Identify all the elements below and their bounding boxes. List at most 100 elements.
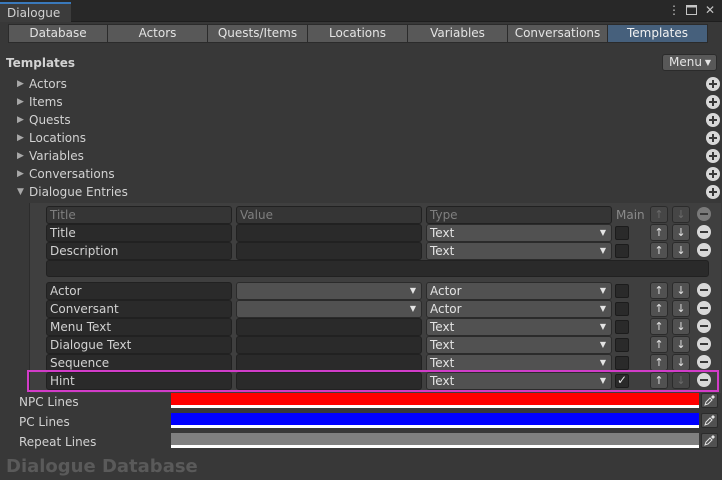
foldout-quests[interactable]: ▶ Quests — [17, 111, 71, 129]
field-type-dropdown[interactable]: Text ▼ — [426, 242, 612, 260]
add-dialogue-entry-field-button[interactable] — [706, 185, 720, 199]
move-up-button[interactable]: ↑ — [650, 354, 668, 371]
close-icon[interactable]: ✕ — [704, 4, 716, 17]
move-up-button[interactable]: ↑ — [650, 282, 668, 299]
add-actor-template-button[interactable] — [706, 77, 720, 91]
eyedropper-icon[interactable] — [701, 433, 718, 448]
remove-field-button[interactable] — [697, 243, 711, 257]
remove-field-button[interactable] — [697, 225, 711, 239]
npc-lines-color-field[interactable] — [171, 393, 699, 408]
dropdown-caret-icon: ▼ — [599, 340, 606, 349]
field-value-dropdown[interactable]: ▼ — [236, 282, 422, 300]
field-value-input[interactable] — [236, 336, 422, 354]
remove-field-button[interactable] — [697, 301, 711, 315]
tab-variables[interactable]: Variables — [407, 24, 508, 43]
foldout-actors[interactable]: ▶ Actors — [17, 75, 67, 93]
remove-field-button[interactable] — [697, 319, 711, 333]
field-type-dropdown[interactable]: Actor ▼ — [426, 282, 612, 300]
move-down-button[interactable]: ↓ — [672, 242, 690, 259]
dropdown-value: Text — [430, 320, 455, 334]
main-checkbox[interactable] — [615, 373, 629, 388]
main-checkbox[interactable] — [615, 320, 629, 334]
field-title-input[interactable]: Dialogue Text — [46, 336, 232, 354]
more-options-icon[interactable]: ⋮ — [668, 4, 680, 17]
field-type-dropdown[interactable]: Text ▼ — [426, 224, 612, 242]
remove-field-button[interactable] — [697, 283, 711, 297]
field-title-input[interactable]: Sequence — [46, 354, 232, 372]
window-tab[interactable]: Dialogue — [0, 2, 71, 22]
tab-quests-items[interactable]: Quests/Items — [207, 24, 308, 43]
field-type-dropdown[interactable]: Text ▼ — [426, 354, 612, 372]
tab-locations[interactable]: Locations — [307, 24, 408, 43]
move-up-button[interactable]: ↑ — [650, 300, 668, 317]
field-value-input[interactable] — [236, 242, 422, 260]
field-type-dropdown[interactable]: Actor ▼ — [426, 300, 612, 318]
remove-field-button[interactable] — [697, 355, 711, 369]
dropdown-value: Text — [430, 244, 455, 258]
tab-actors[interactable]: Actors — [107, 24, 208, 43]
field-value-dropdown[interactable]: ▼ — [236, 300, 422, 318]
field-type-dropdown[interactable]: Text ▼ — [426, 318, 612, 336]
field-title-input[interactable]: Description — [46, 242, 232, 260]
eyedropper-icon[interactable] — [701, 413, 718, 428]
remove-field-button[interactable] — [697, 337, 711, 351]
dropdown-caret-icon: ▼ — [599, 286, 606, 295]
move-down-button[interactable]: ↓ — [672, 224, 690, 241]
move-down-button[interactable]: ↓ — [672, 336, 690, 353]
move-down-button[interactable]: ↓ — [672, 300, 690, 317]
description-textarea[interactable] — [46, 260, 709, 277]
add-location-template-button[interactable] — [706, 131, 720, 145]
move-up-button[interactable]: ↑ — [650, 318, 668, 335]
move-up-button[interactable]: ↑ — [650, 372, 668, 389]
foldout-variables[interactable]: ▶ Variables — [17, 147, 84, 165]
value-column-header: Value — [236, 206, 422, 224]
move-up-button[interactable]: ↑ — [650, 336, 668, 353]
foldout-items[interactable]: ▶ Items — [17, 93, 63, 111]
main-checkbox[interactable] — [615, 284, 629, 298]
field-value-input[interactable] — [236, 354, 422, 372]
repeat-lines-color-field[interactable] — [171, 433, 699, 448]
move-down-button[interactable]: ↓ — [672, 282, 690, 299]
maximize-icon[interactable] — [686, 4, 698, 17]
add-conversation-template-button[interactable] — [706, 167, 720, 181]
move-up-button[interactable]: ↑ — [650, 224, 668, 241]
field-title-input[interactable]: Title — [46, 224, 232, 242]
fold-closed-icon: ▶ — [17, 115, 24, 125]
pc-lines-color-field[interactable] — [171, 413, 699, 428]
field-title-input[interactable]: Menu Text — [46, 318, 232, 336]
database-toolbar: Database Actors Quests/Items Locations V… — [8, 24, 708, 43]
add-quest-template-button[interactable] — [706, 113, 720, 127]
main-checkbox[interactable] — [615, 226, 629, 240]
main-checkbox[interactable] — [615, 244, 629, 258]
tab-database[interactable]: Database — [8, 24, 108, 43]
repeat-lines-label: Repeat Lines — [19, 435, 97, 449]
field-value-input[interactable] — [236, 372, 422, 390]
add-variable-template-button[interactable] — [706, 149, 720, 163]
move-down-button[interactable]: ↓ — [672, 354, 690, 371]
field-value-input[interactable] — [236, 224, 422, 242]
dropdown-value: Actor — [430, 302, 462, 316]
add-item-template-button[interactable] — [706, 95, 720, 109]
move-down-button: ↓ — [672, 206, 690, 223]
dropdown-caret-icon: ▼ — [409, 304, 416, 313]
main-checkbox[interactable] — [615, 302, 629, 316]
move-down-button[interactable]: ↓ — [672, 318, 690, 335]
field-title-input[interactable]: Hint — [46, 372, 232, 390]
field-value-input[interactable] — [236, 318, 422, 336]
tab-conversations[interactable]: Conversations — [507, 24, 608, 43]
dropdown-value: Text — [430, 338, 455, 352]
field-type-dropdown[interactable]: Text ▼ — [426, 372, 612, 390]
field-title-input[interactable]: Actor — [46, 282, 232, 300]
tab-templates[interactable]: Templates — [607, 24, 708, 43]
foldout-conversations[interactable]: ▶ Conversations — [17, 165, 115, 183]
foldout-locations[interactable]: ▶ Locations — [17, 129, 86, 147]
main-checkbox[interactable] — [615, 338, 629, 352]
field-title-input[interactable]: Conversant — [46, 300, 232, 318]
foldout-dialogue-entries[interactable]: ▼ Dialogue Entries — [17, 183, 128, 201]
field-type-dropdown[interactable]: Text ▼ — [426, 336, 612, 354]
eyedropper-icon[interactable] — [701, 393, 718, 408]
remove-field-button[interactable] — [697, 373, 711, 387]
main-checkbox[interactable] — [615, 356, 629, 370]
menu-dropdown[interactable]: Menu ▼ — [662, 54, 717, 71]
move-up-button[interactable]: ↑ — [650, 242, 668, 259]
